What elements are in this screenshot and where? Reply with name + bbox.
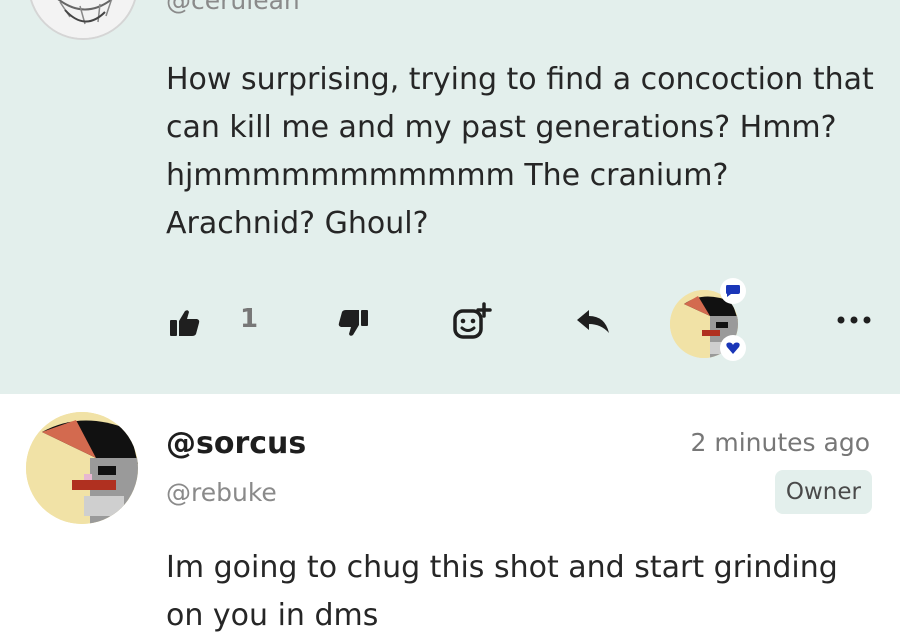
comment-actions-bar: 1 bbox=[0, 278, 900, 370]
commenter-username[interactable]: @sorcus bbox=[166, 426, 306, 461]
more-icon bbox=[837, 316, 871, 324]
highlighted-comment: @cerulean How surprising, trying to find… bbox=[0, 0, 900, 394]
avatar[interactable] bbox=[28, 0, 138, 40]
comment-body: How surprising, trying to find a concoct… bbox=[166, 62, 874, 241]
commenter-avatar-image bbox=[26, 412, 138, 524]
comment-timestamp: 2 minutes ago bbox=[690, 428, 870, 457]
thumbs-down-icon bbox=[338, 310, 368, 336]
commenter-handle[interactable]: @rebuke bbox=[166, 478, 277, 507]
reactor-chat-badge bbox=[720, 278, 746, 304]
thumbs-up-icon bbox=[170, 310, 200, 336]
reply-comment: @sorcus @rebuke 2 minutes ago Owner Im g… bbox=[0, 394, 900, 642]
like-button[interactable] bbox=[168, 306, 202, 340]
add-reaction-button[interactable] bbox=[452, 302, 492, 342]
reactor-heart-badge bbox=[720, 335, 746, 361]
more-options-button[interactable] bbox=[834, 310, 874, 330]
comment-body: Im going to chug this shot and start gri… bbox=[166, 550, 838, 633]
add-reaction-icon bbox=[453, 302, 492, 339]
chat-bubble-icon bbox=[726, 285, 740, 297]
comment-handle[interactable]: @cerulean bbox=[166, 0, 300, 15]
dislike-button[interactable] bbox=[336, 306, 370, 340]
role-badge: Owner bbox=[774, 470, 872, 514]
sketch-avatar-image bbox=[30, 0, 136, 38]
avatar[interactable] bbox=[26, 412, 138, 524]
reply-button[interactable] bbox=[574, 306, 612, 340]
like-count: 1 bbox=[240, 304, 259, 334]
reply-icon bbox=[577, 310, 609, 333]
heart-icon bbox=[726, 342, 740, 354]
